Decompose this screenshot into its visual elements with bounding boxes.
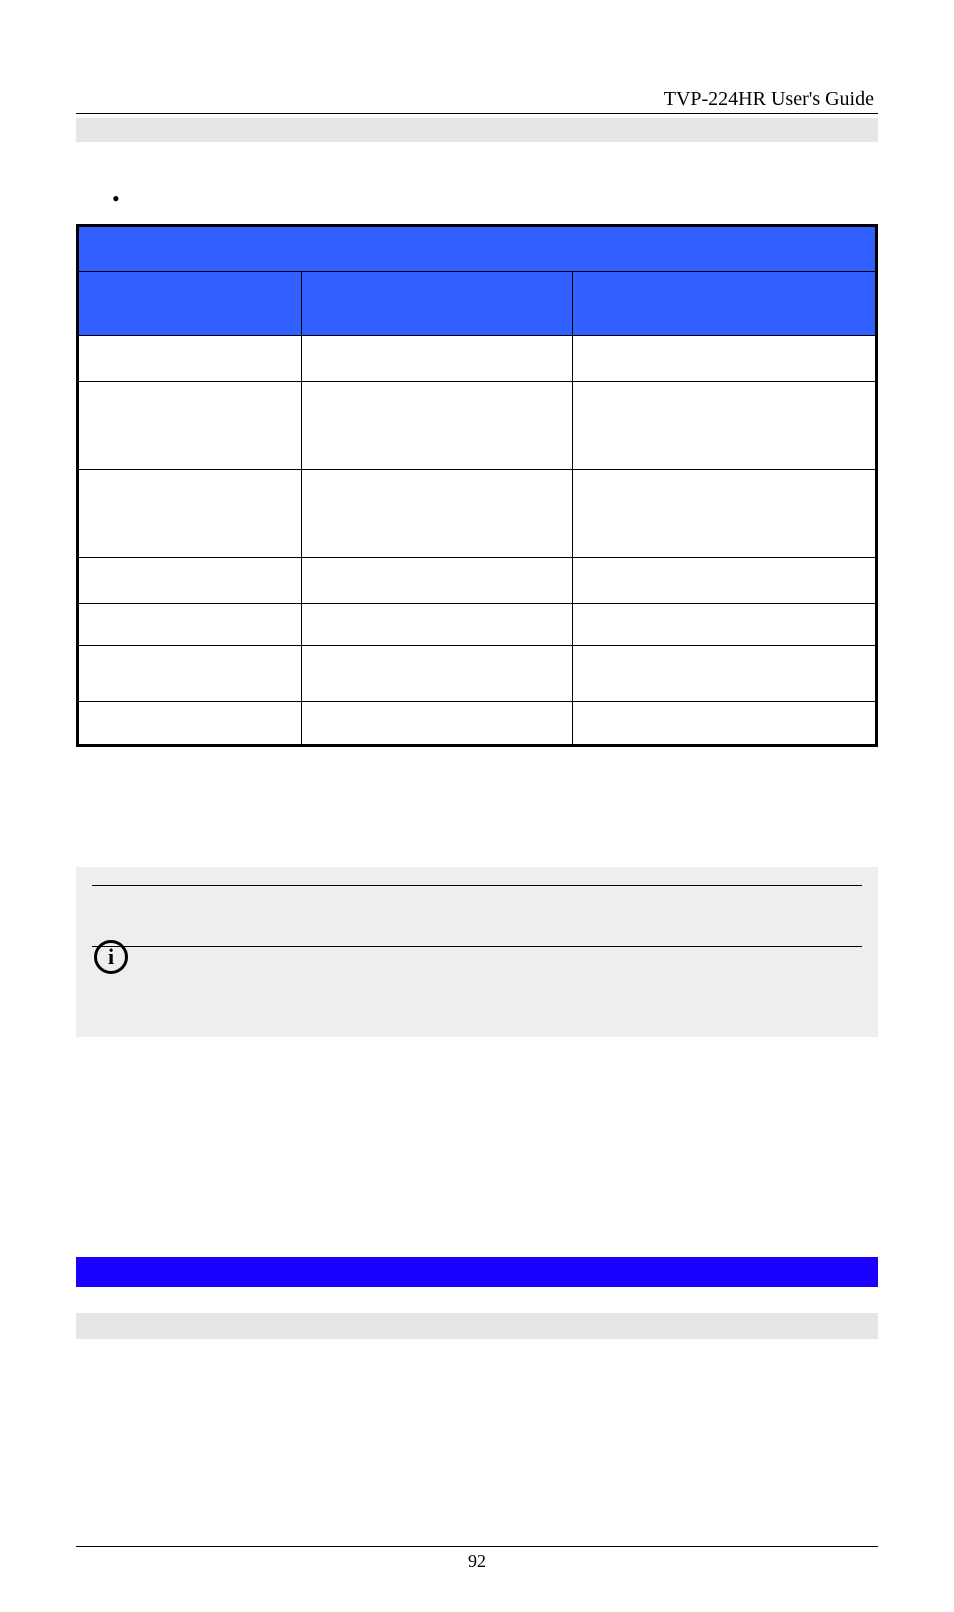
table-cell [78, 470, 302, 558]
bullet-dot-icon: • [112, 186, 130, 212]
grey-bar [76, 1313, 878, 1339]
table-row [78, 604, 877, 646]
table-cell [573, 470, 877, 558]
note-rule-bot [92, 946, 862, 947]
table-cell [78, 702, 302, 746]
header-title: TVP-224HR User's Guide [76, 88, 878, 111]
table-cell [301, 336, 573, 382]
white-gap [76, 1287, 878, 1313]
table-cell [78, 646, 302, 702]
table-cell [301, 470, 573, 558]
table-row [78, 646, 877, 702]
table-header-0 [78, 272, 302, 336]
info-icon: i [94, 931, 128, 974]
bottom-bars [76, 1257, 878, 1339]
table-row [78, 702, 877, 746]
note-box: i [76, 867, 878, 1037]
table-cell [78, 558, 302, 604]
table-row [78, 558, 877, 604]
bullet-item: • [76, 186, 878, 212]
table-title-cell [78, 226, 877, 272]
table-cell [301, 558, 573, 604]
table-cell [301, 702, 573, 746]
table-row [78, 382, 877, 470]
table-header-1 [301, 272, 573, 336]
table-cell [301, 604, 573, 646]
note-rule-top [92, 885, 862, 886]
table-cell [301, 646, 573, 702]
table-cell [573, 382, 877, 470]
footer: 92 [76, 1546, 878, 1572]
table-cell [78, 336, 302, 382]
table-cell [573, 336, 877, 382]
data-table [76, 224, 878, 747]
page: TVP-224HR User's Guide • [0, 0, 954, 1612]
table-cell [78, 604, 302, 646]
table-cell [573, 702, 877, 746]
table-header-2 [573, 272, 877, 336]
table-wrap [76, 224, 878, 747]
header-band [76, 118, 878, 142]
blue-bar [76, 1257, 878, 1287]
table-cell [301, 382, 573, 470]
table-cell [573, 646, 877, 702]
page-number: 92 [76, 1551, 878, 1572]
header-rule [76, 113, 878, 114]
table-cell [573, 604, 877, 646]
footer-rule [76, 1546, 878, 1547]
table-row [78, 470, 877, 558]
table-cell [78, 382, 302, 470]
table-cell [573, 558, 877, 604]
table-row [78, 336, 877, 382]
